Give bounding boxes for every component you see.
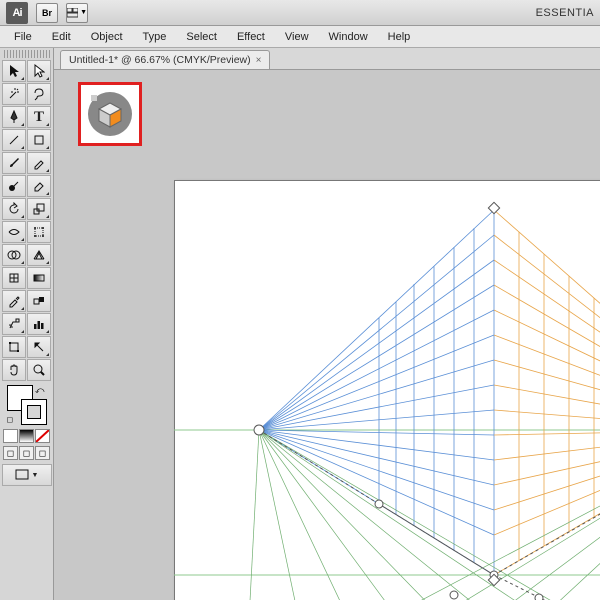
line-tool[interactable] — [2, 129, 26, 151]
plane-switching-widget[interactable] — [88, 92, 132, 136]
rotate-tool[interactable] — [2, 198, 26, 220]
pencil-tool[interactable] — [27, 152, 51, 174]
menu-effect[interactable]: Effect — [227, 28, 275, 46]
document-tab-label: Untitled-1* @ 66.67% (CMYK/Preview) — [69, 54, 251, 66]
color-mode-row — [3, 429, 50, 443]
arrange-documents-button[interactable]: ▼ — [66, 3, 88, 23]
none-chip[interactable] — [35, 429, 50, 443]
scale-tool[interactable] — [27, 198, 51, 220]
default-fill-stroke-icon[interactable]: ◻ — [7, 415, 14, 424]
blend-tool[interactable] — [27, 290, 51, 312]
menu-edit[interactable]: Edit — [42, 28, 81, 46]
free-transform-tool[interactable] — [27, 221, 51, 243]
selection-tool[interactable] — [2, 60, 26, 82]
menu-window[interactable]: Window — [319, 28, 378, 46]
symbol-sprayer-tool[interactable] — [2, 313, 26, 335]
menu-object[interactable]: Object — [81, 28, 133, 46]
tab-close-icon[interactable]: × — [256, 55, 262, 66]
draw-behind[interactable]: ◻ — [19, 446, 34, 460]
app-logo: Ai — [6, 2, 28, 24]
menu-view[interactable]: View — [275, 28, 319, 46]
draw-inside[interactable]: ◻ — [35, 446, 50, 460]
rectangle-tool[interactable] — [27, 129, 51, 151]
direct-selection-tool[interactable] — [27, 60, 51, 82]
draw-mode-row: ◻ ◻ ◻ — [3, 446, 50, 460]
title-bar: Ai Br ▼ ESSENTIA — [0, 0, 600, 26]
document-tab[interactable]: Untitled-1* @ 66.67% (CMYK/Preview) × — [60, 50, 270, 69]
document-area: Untitled-1* @ 66.67% (CMYK/Preview) × — [54, 48, 600, 600]
shape-builder-tool[interactable] — [2, 244, 26, 266]
hand-tool[interactable] — [2, 359, 26, 381]
swap-fill-stroke-icon[interactable]: ⤺ — [35, 385, 45, 396]
draw-normal[interactable]: ◻ — [3, 446, 18, 460]
gradient-chip[interactable] — [19, 429, 34, 443]
screen-mode-button[interactable]: ▼ — [2, 464, 52, 486]
workspace-label[interactable]: ESSENTIA — [536, 7, 594, 19]
blob-brush-tool[interactable] — [2, 175, 26, 197]
width-tool[interactable] — [2, 221, 26, 243]
menu-help[interactable]: Help — [378, 28, 421, 46]
document-tab-strip: Untitled-1* @ 66.67% (CMYK/Preview) × — [54, 48, 600, 70]
bridge-button[interactable]: Br — [36, 3, 58, 23]
zoom-tool[interactable] — [27, 359, 51, 381]
menu-file[interactable]: File — [4, 28, 42, 46]
type-tool[interactable]: T — [27, 106, 51, 128]
paintbrush-tool[interactable] — [2, 152, 26, 174]
fill-stroke-control[interactable]: ⤺ ◻ — [5, 385, 49, 425]
menu-select[interactable]: Select — [176, 28, 227, 46]
color-chip[interactable] — [3, 429, 18, 443]
menu-bar: File Edit Object Type Select Effect View… — [0, 26, 600, 48]
lasso-tool[interactable] — [27, 83, 51, 105]
eyedropper-tool[interactable] — [2, 290, 26, 312]
mesh-tool[interactable] — [2, 267, 26, 289]
column-graph-tool[interactable] — [27, 313, 51, 335]
stroke-swatch[interactable] — [21, 399, 47, 425]
slice-tool[interactable] — [27, 336, 51, 358]
magic-wand-tool[interactable] — [2, 83, 26, 105]
widget-highlight-box — [78, 82, 142, 146]
menu-type[interactable]: Type — [133, 28, 177, 46]
gradient-tool[interactable] — [27, 267, 51, 289]
canvas[interactable] — [54, 70, 600, 600]
pen-tool[interactable] — [2, 106, 26, 128]
eraser-tool[interactable] — [27, 175, 51, 197]
panel-grip[interactable] — [4, 50, 50, 58]
artboard — [174, 180, 600, 600]
perspective-grid-tool[interactable] — [27, 244, 51, 266]
tools-panel: T ⤺ ◻ — [0, 48, 54, 600]
artboard-tool[interactable] — [2, 336, 26, 358]
